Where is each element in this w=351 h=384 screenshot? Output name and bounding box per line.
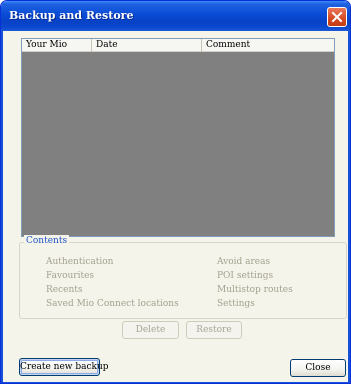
content-item-favourites: Favourites bbox=[46, 271, 95, 281]
window-close-button[interactable] bbox=[327, 7, 347, 27]
content-item-settings: Settings bbox=[217, 299, 255, 309]
delete-button[interactable]: Delete bbox=[122, 321, 179, 339]
content-item-avoid-areas: Avoid areas bbox=[217, 257, 271, 267]
backup-list[interactable]: Your Mio Date Comment bbox=[21, 38, 335, 237]
content-item-authentication: Authentication bbox=[46, 257, 114, 267]
column-header-date[interactable]: Date bbox=[92, 39, 202, 52]
content-item-recents: Recents bbox=[46, 285, 83, 295]
column-header-comment[interactable]: Comment bbox=[202, 39, 334, 52]
backup-restore-window: Backup and Restore Your Mio Date Comment… bbox=[0, 0, 351, 384]
title-bar[interactable]: Backup and Restore bbox=[1, 1, 350, 31]
backup-list-header: Your Mio Date Comment bbox=[22, 39, 334, 52]
contents-legend: Contents bbox=[24, 235, 70, 247]
close-icon bbox=[331, 11, 343, 23]
content-item-saved-mio-connect-locations: Saved Mio Connect locations bbox=[46, 299, 179, 309]
restore-button[interactable]: Restore bbox=[186, 321, 242, 339]
create-new-backup-button[interactable]: Create new backup bbox=[19, 358, 109, 376]
column-header-your-mio[interactable]: Your Mio bbox=[22, 39, 92, 52]
content-item-poi-settings: POI settings bbox=[217, 271, 274, 281]
close-button[interactable]: Close bbox=[290, 359, 346, 377]
content-item-multistop-routes: Multistop routes bbox=[217, 285, 293, 295]
window-title: Backup and Restore bbox=[9, 9, 134, 22]
